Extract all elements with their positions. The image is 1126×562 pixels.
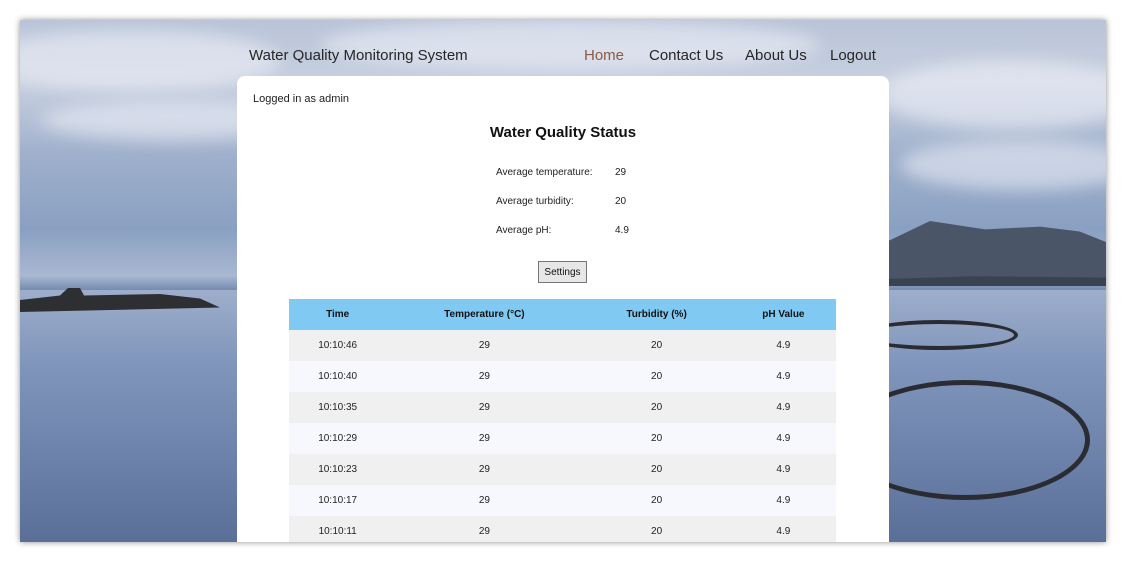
cell-temperature: 29 <box>386 330 583 361</box>
column-header-ph: pH Value <box>730 299 836 330</box>
settings-button[interactable]: Settings <box>538 261 587 283</box>
site-brand: Water Quality Monitoring System <box>249 47 468 64</box>
background-cloud <box>900 140 1106 190</box>
browser-viewport: Water Quality Monitoring System Home Con… <box>20 20 1106 542</box>
table-row: 10:10:23 29 20 4.9 <box>289 454 836 485</box>
cell-ph: 4.9 <box>730 454 836 485</box>
cell-time: 10:10:29 <box>289 423 387 454</box>
background-mountain <box>886 221 1106 284</box>
nav-logout-link[interactable]: Logout <box>830 47 876 64</box>
stat-value-turbidity: 20 <box>615 196 627 207</box>
cell-turbidity: 20 <box>582 392 731 423</box>
table-row: 10:10:11 29 20 4.9 <box>289 516 836 542</box>
cell-turbidity: 20 <box>582 361 731 392</box>
cell-ph: 4.9 <box>730 330 836 361</box>
cell-temperature: 29 <box>386 361 583 392</box>
nav-contact-link[interactable]: Contact Us <box>649 47 723 64</box>
cell-turbidity: 20 <box>582 516 731 542</box>
table-header-row: Time Temperature (°C) Turbidity (%) pH V… <box>289 299 836 330</box>
column-header-temperature: Temperature (°C) <box>386 299 583 330</box>
cell-turbidity: 20 <box>582 330 731 361</box>
stat-label-temperature: Average temperature: <box>496 167 593 178</box>
readings-table: Time Temperature (°C) Turbidity (%) pH V… <box>289 299 836 542</box>
top-navbar: Water Quality Monitoring System Home Con… <box>20 20 1106 78</box>
cell-temperature: 29 <box>386 516 583 542</box>
cell-turbidity: 20 <box>582 485 731 516</box>
cell-temperature: 29 <box>386 392 583 423</box>
nav-home-link[interactable]: Home <box>584 47 624 64</box>
cell-time: 10:10:46 <box>289 330 387 361</box>
stat-value-temperature: 29 <box>615 167 627 178</box>
table-row: 10:10:46 29 20 4.9 <box>289 330 836 361</box>
table-row: 10:10:40 29 20 4.9 <box>289 361 836 392</box>
cell-ph: 4.9 <box>730 392 836 423</box>
cell-time: 10:10:35 <box>289 392 387 423</box>
cell-turbidity: 20 <box>582 454 731 485</box>
logged-in-label: Logged in as admin <box>253 93 350 105</box>
stat-label-ph: Average pH: <box>496 225 552 236</box>
cell-time: 10:10:11 <box>289 516 387 542</box>
cell-temperature: 29 <box>386 485 583 516</box>
cell-temperature: 29 <box>386 454 583 485</box>
cell-ph: 4.9 <box>730 423 836 454</box>
stat-label-turbidity: Average turbidity: <box>496 196 574 207</box>
cell-ph: 4.9 <box>730 516 836 542</box>
cell-time: 10:10:40 <box>289 361 387 392</box>
status-title: Water Quality Status <box>489 124 637 141</box>
column-header-turbidity: Turbidity (%) <box>582 299 731 330</box>
cell-time: 10:10:17 <box>289 485 387 516</box>
table-row: 10:10:29 29 20 4.9 <box>289 423 836 454</box>
cell-time: 10:10:23 <box>289 454 387 485</box>
cell-temperature: 29 <box>386 423 583 454</box>
column-header-time: Time <box>289 299 387 330</box>
cell-turbidity: 20 <box>582 423 731 454</box>
cell-ph: 4.9 <box>730 361 836 392</box>
stat-value-ph: 4.9 <box>615 225 629 236</box>
main-panel: Logged in as admin Water Quality Status … <box>237 76 889 542</box>
table-row: 10:10:35 29 20 4.9 <box>289 392 836 423</box>
table-row: 10:10:17 29 20 4.9 <box>289 485 836 516</box>
nav-about-link[interactable]: About Us <box>745 47 807 64</box>
cell-ph: 4.9 <box>730 485 836 516</box>
